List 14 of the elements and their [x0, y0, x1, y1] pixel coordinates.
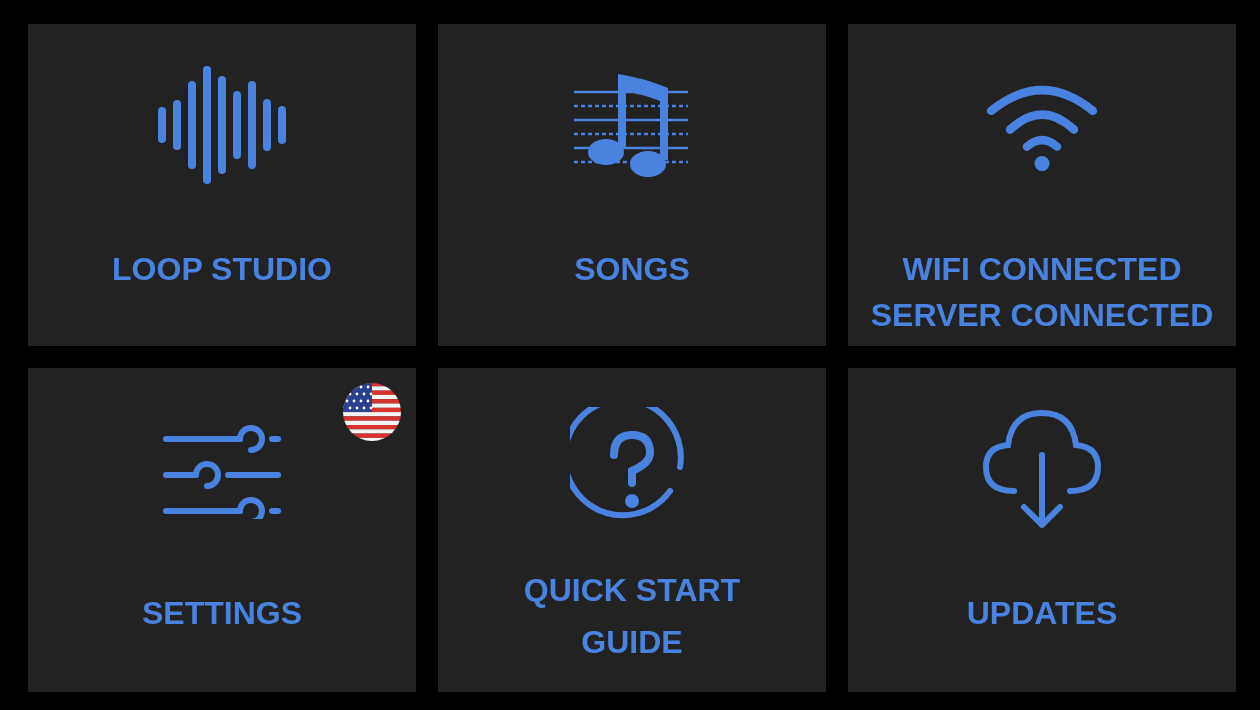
- tile-label: SETTINGS: [142, 594, 302, 633]
- tile-label: QUICK START GUIDE: [522, 571, 742, 662]
- tile-label: SONGS: [574, 250, 690, 289]
- menu-tile[interactable]: SETTINGS: [28, 368, 416, 692]
- menu-tile[interactable]: QUICK START GUIDE: [438, 368, 826, 692]
- tile-label: UPDATES: [966, 594, 1118, 633]
- tile-label: WIFI CONNECTED: [902, 250, 1182, 289]
- menu-tile[interactable]: UPDATES: [848, 368, 1236, 692]
- menu-tile[interactable]: WIFI CONNECTED SERVER CONNECTED: [848, 24, 1236, 346]
- tile-label: SERVER CONNECTED: [870, 296, 1214, 335]
- menu-tile[interactable]: SONGS: [438, 24, 826, 346]
- cloud-download-icon: [980, 407, 1104, 531]
- menu-tile[interactable]: LOOP STUDIO: [28, 24, 416, 346]
- tile-label: LOOP STUDIO: [112, 250, 332, 289]
